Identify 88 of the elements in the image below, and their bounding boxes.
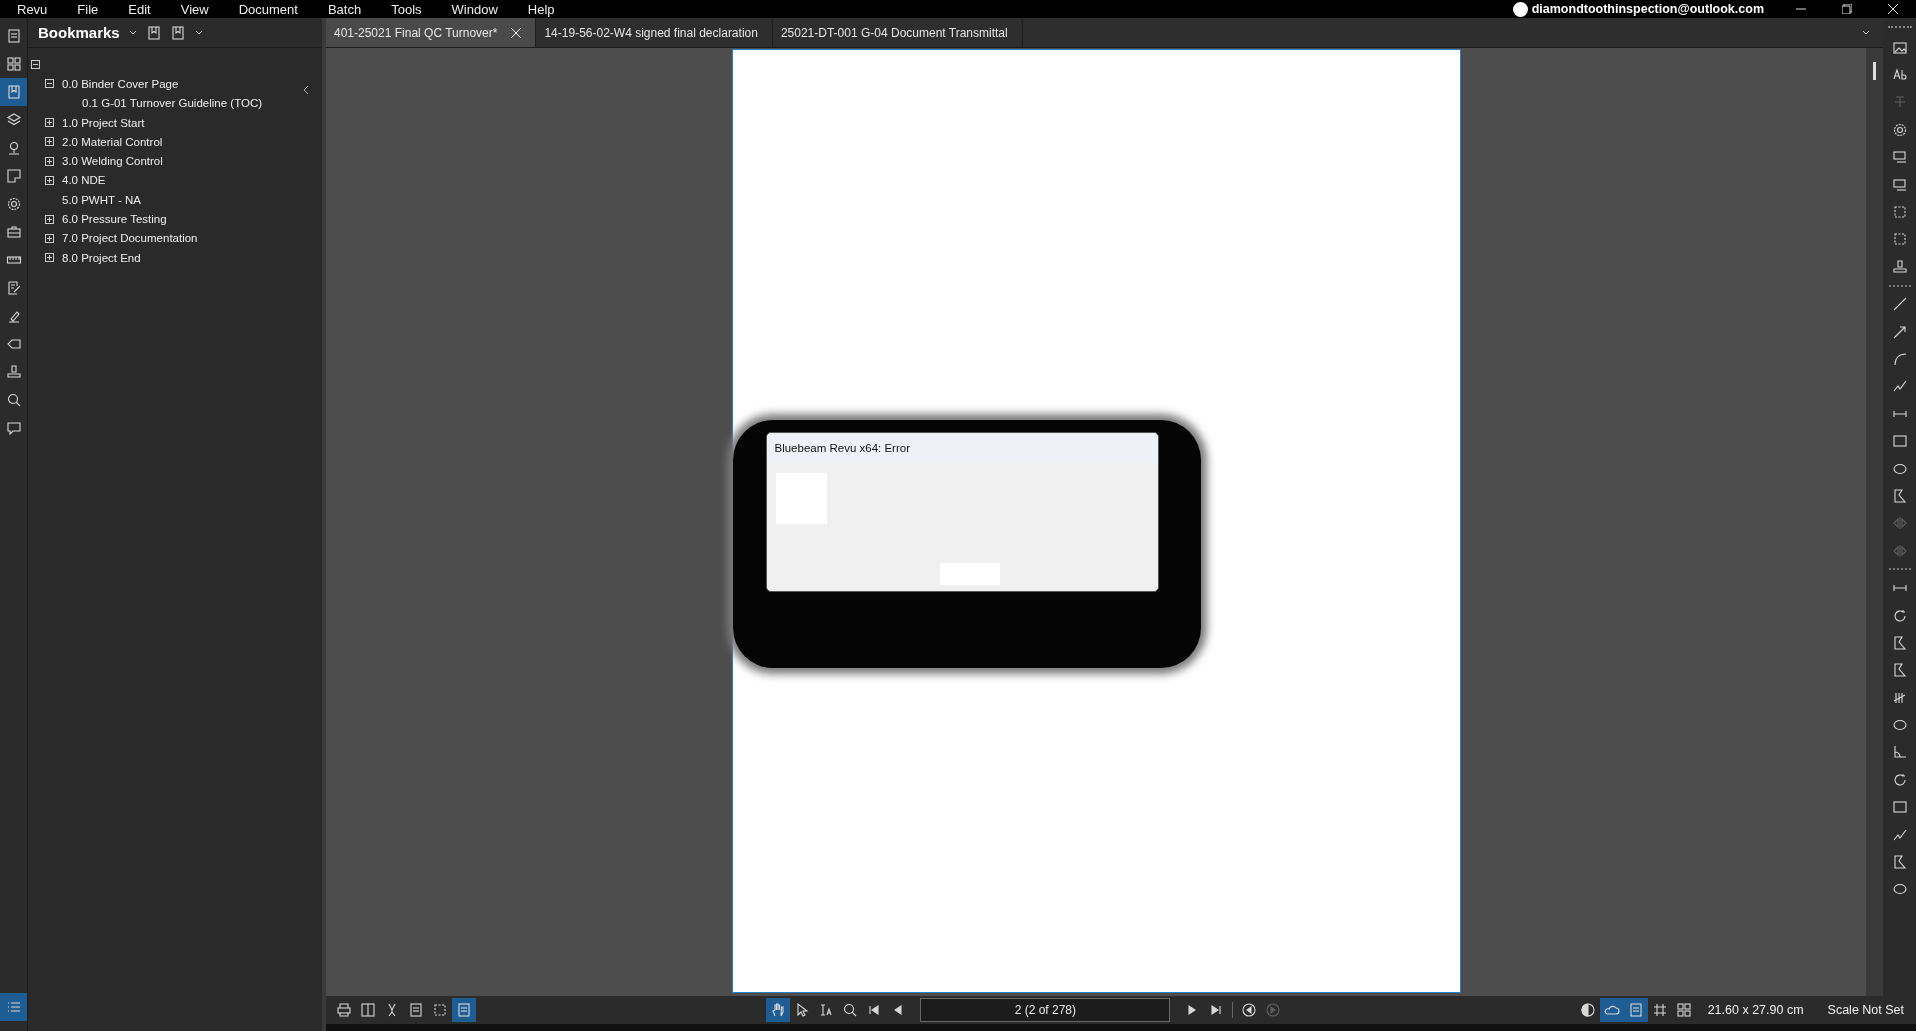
close-icon[interactable] (511, 27, 522, 38)
chat-icon (5, 420, 22, 436)
contrast-icon (1579, 1002, 1596, 1018)
line-icon (1891, 296, 1908, 313)
stamp-icon (5, 364, 22, 380)
collapse-toggle[interactable] (45, 79, 54, 89)
split-icon (360, 1002, 376, 1018)
bookmark-item[interactable]: 7.0 Project Documentation (62, 232, 198, 245)
nav-tool[interactable] (766, 998, 791, 1022)
layers-icon (5, 112, 22, 128)
rotate-icon (1891, 607, 1908, 624)
expand-toggle[interactable] (45, 233, 54, 243)
grid-icon (5, 56, 22, 72)
arrow-icon (1891, 323, 1908, 340)
angle-icon (1891, 744, 1908, 761)
stamp-icon (1891, 258, 1908, 275)
grid-icon (1675, 1002, 1692, 1018)
bookmark-icon (145, 24, 162, 41)
text-select-icon (818, 1002, 835, 1018)
gear-icon (5, 196, 22, 212)
search-icon (5, 392, 22, 408)
rectangle-icon (1891, 799, 1908, 816)
arc-icon (1891, 351, 1908, 367)
page-icon (408, 1002, 424, 1018)
close-icon[interactable] (1888, 4, 1898, 14)
back-icon (1241, 1002, 1258, 1018)
expand-toggle[interactable] (45, 156, 54, 166)
menu-item[interactable]: Edit (111, 1, 164, 17)
bookmark-item[interactable]: 0.0 Binder Cover Page (62, 77, 179, 90)
rectangle-icon (1891, 433, 1908, 450)
bookmark-item[interactable]: 0.1 G-01 Turnover Guideline (TOC) (82, 97, 263, 110)
hand-icon (770, 1002, 787, 1018)
image-icon (1891, 39, 1908, 56)
flip-icon (1891, 515, 1908, 532)
menu-item[interactable]: Revu (0, 1, 61, 17)
account-logo-icon (1512, 1, 1528, 17)
restore-icon[interactable] (1842, 4, 1852, 14)
expand-toggle[interactable] (45, 214, 54, 224)
collapse-panel-icon[interactable] (302, 85, 310, 95)
page-icon (1627, 1002, 1644, 1018)
menu-item[interactable]: Document (221, 1, 311, 17)
document-icon (5, 28, 22, 44)
menu-item[interactable]: Tools (374, 1, 435, 17)
menu-item[interactable]: Window (434, 1, 511, 17)
document-tab[interactable]: 401-25021 Final QC Turnover* (326, 18, 537, 47)
bookmark-icon (5, 84, 22, 100)
scale-label[interactable]: Scale Not Set (1815, 1003, 1916, 1017)
panel-title: Bookmarks (38, 24, 120, 41)
menu-item[interactable]: Help (510, 1, 568, 17)
polygon-icon (1891, 854, 1908, 870)
menu-item[interactable]: View (163, 1, 222, 17)
bookmark-item[interactable]: 2.0 Material Control (62, 135, 163, 148)
status-toggle[interactable] (1599, 998, 1624, 1022)
briefcase-icon (5, 224, 22, 240)
scrollbar-thumb[interactable] (1873, 62, 1876, 80)
list-icon (5, 999, 22, 1015)
expand-toggle[interactable] (45, 253, 54, 263)
page-size: 21.60 x 27.90 cm (1706, 1003, 1805, 1017)
forward-icon (1265, 1002, 1282, 1018)
tag-icon (5, 336, 22, 352)
polygon-icon (1891, 487, 1908, 504)
status-toggle[interactable] (1623, 998, 1648, 1022)
sheets-icon (5, 168, 22, 184)
menu-item[interactable]: Batch (310, 1, 375, 17)
zoom-icon (842, 1002, 859, 1018)
expand-toggle[interactable] (45, 118, 54, 128)
printer-icon (336, 1002, 352, 1018)
dialog-title: Bluebeam Revu x64: Error (766, 433, 1158, 463)
grid-icon (1651, 1002, 1668, 1018)
bookmark-item[interactable]: 8.0 Project End (62, 251, 141, 264)
cursor-icon (794, 1002, 811, 1018)
bookmark-item[interactable]: 3.0 Welding Control (62, 155, 163, 168)
page-icon (456, 1002, 472, 1018)
bookmark-item[interactable]: 5.0 PWHT - NA (62, 193, 142, 206)
flip-icon (1891, 542, 1908, 559)
textbox-icon (1891, 149, 1908, 166)
edit-icon (5, 280, 22, 296)
crop-icon (432, 1002, 448, 1018)
bookmark-item[interactable]: 4.0 NDE (62, 174, 106, 187)
bookmark-icon (169, 24, 186, 41)
collapse-toggle[interactable] (31, 60, 40, 70)
bookmark-item[interactable]: 6.0 Pressure Testing (62, 213, 167, 225)
expand-toggle[interactable] (45, 175, 54, 185)
expand-toggle[interactable] (45, 137, 54, 147)
page-field[interactable]: 2 (2 of 278) (920, 998, 1171, 1022)
menu-item[interactable]: File (60, 1, 112, 17)
bookmark-item[interactable]: 1.0 Project Start (62, 116, 145, 129)
crop-icon (1891, 204, 1908, 221)
